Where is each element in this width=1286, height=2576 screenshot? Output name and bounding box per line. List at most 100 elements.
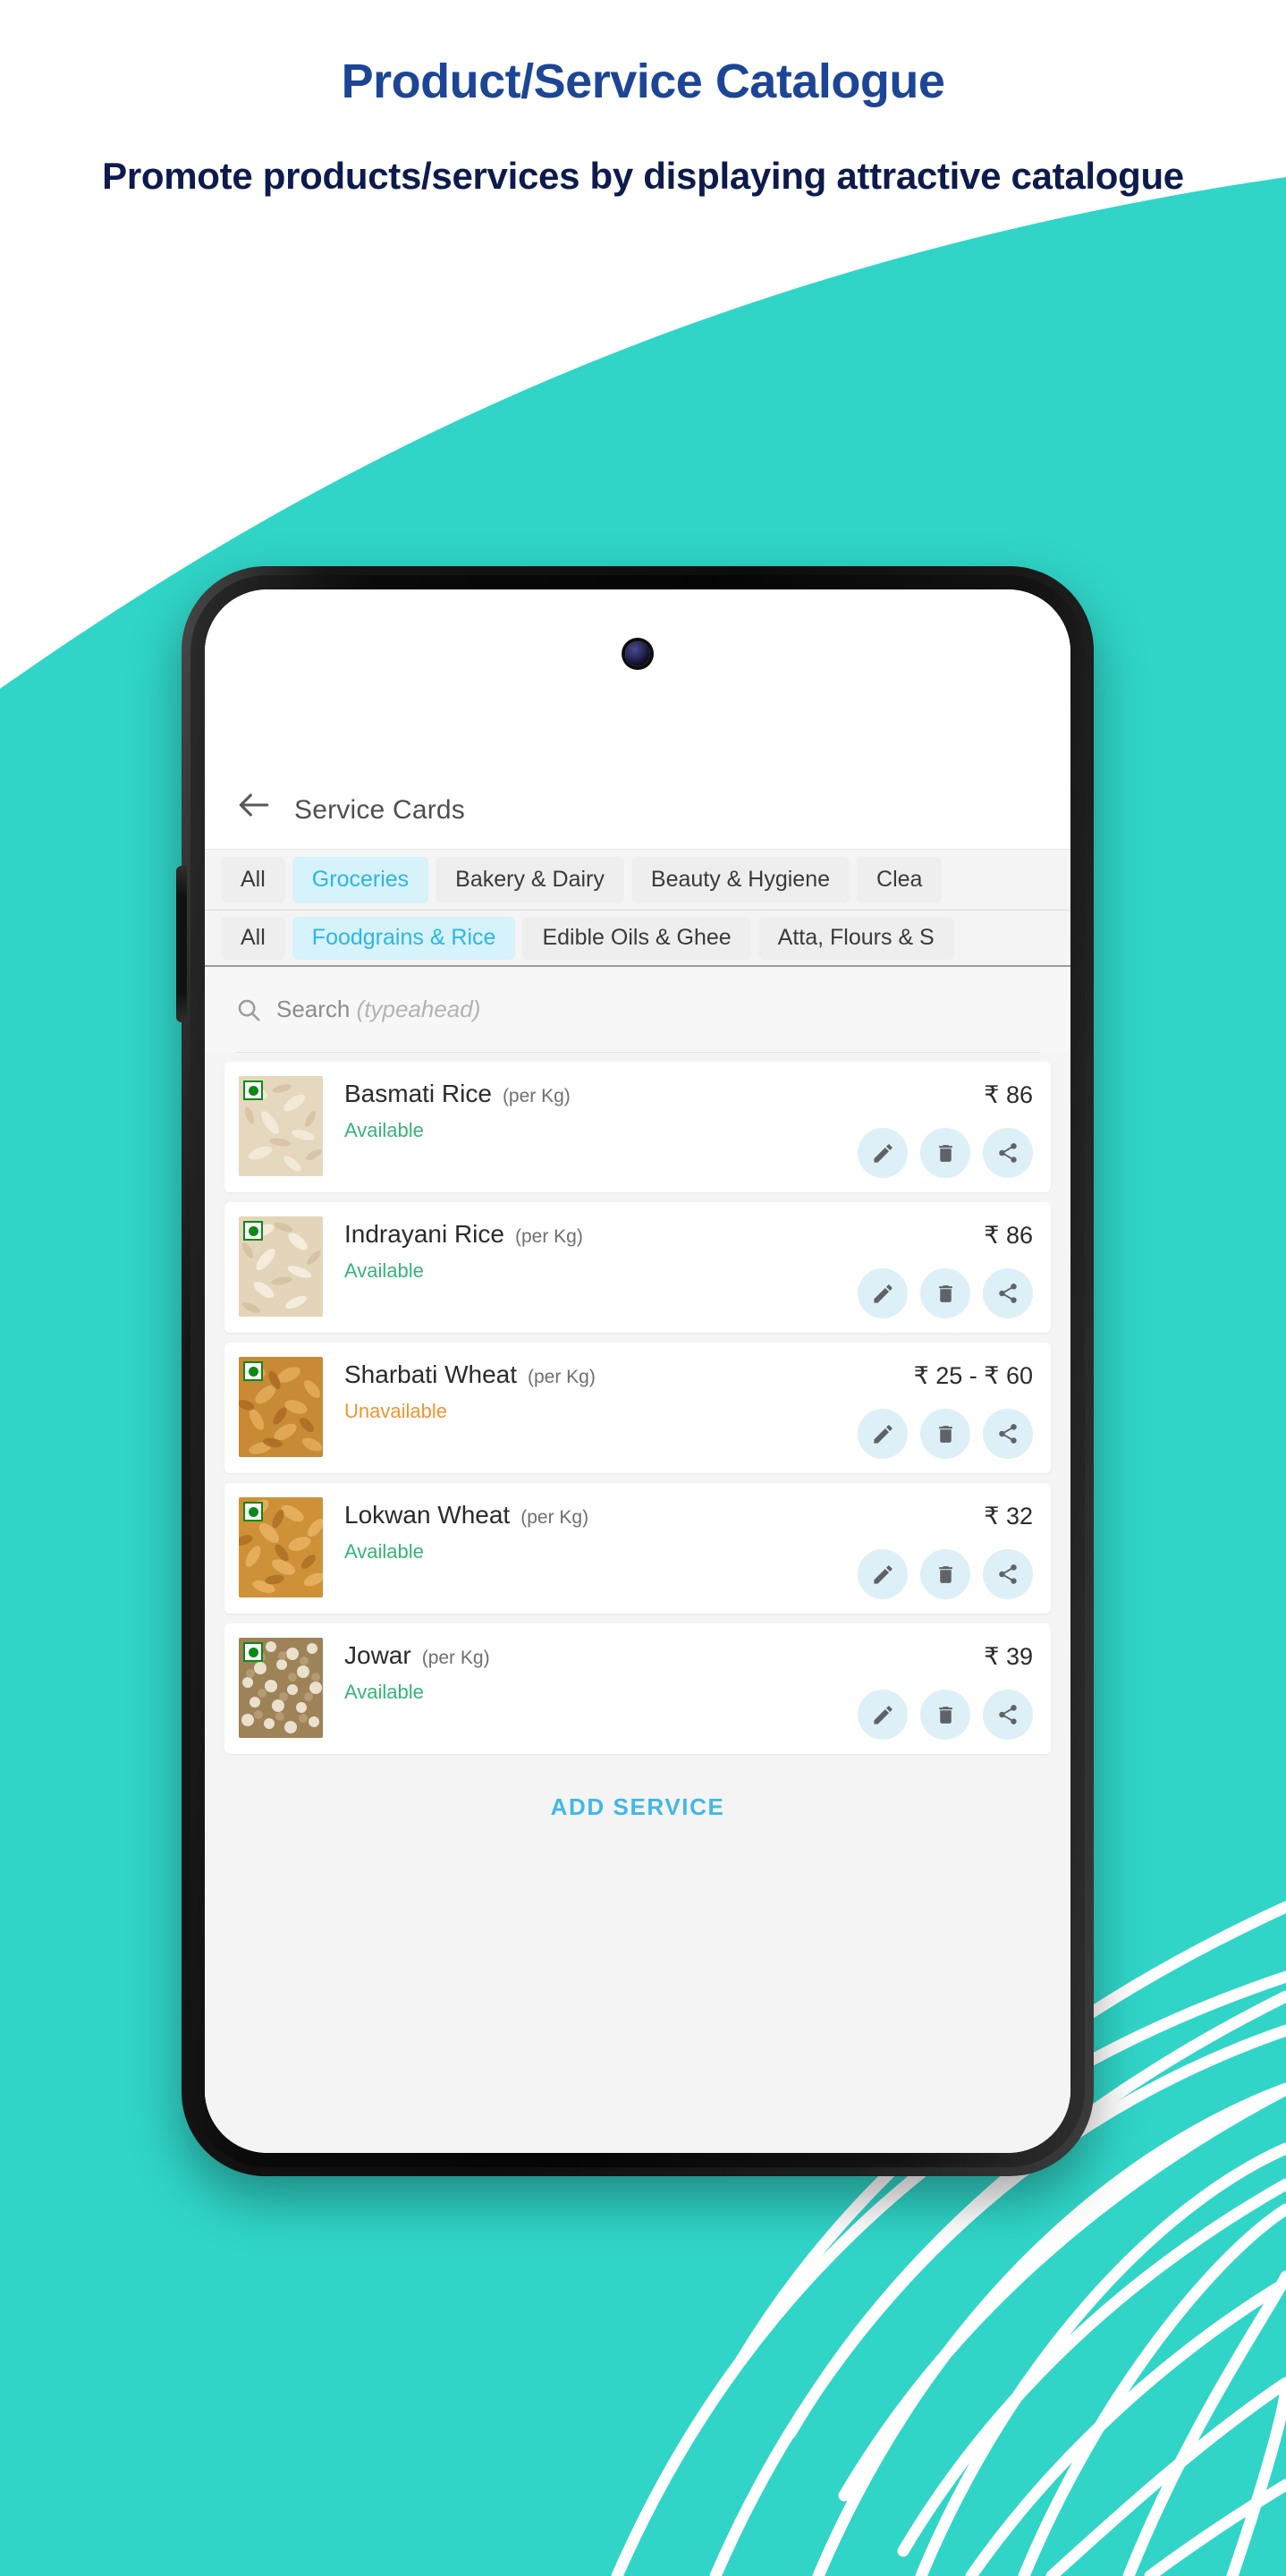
product-unit: (per Kg) (514, 1226, 583, 1247)
search-hint: (typeahead) (356, 996, 481, 1022)
share-icon[interactable] (983, 1268, 1033, 1318)
subtab-foodgrains-rice[interactable]: Foodgrains & Rice (292, 916, 516, 960)
search-placeholder: Search (typeahead) (276, 996, 480, 1023)
status-badge: Available (344, 1681, 424, 1703)
veg-indicator-icon (243, 1080, 263, 1100)
edit-pencil-icon[interactable] (858, 1409, 908, 1459)
search-row[interactable]: Search (typeahead) (205, 967, 1070, 1053)
product-name: Jowar (344, 1641, 411, 1669)
trash-icon[interactable] (920, 1128, 970, 1178)
product-name-row: Sharbati Wheat (per Kg) (344, 1360, 791, 1389)
product-name-row: Basmati Rice (per Kg) (344, 1080, 791, 1108)
product-name-row: Lokwan Wheat (per Kg) (344, 1501, 791, 1530)
page-title: Product/Service Catalogue (341, 55, 945, 108)
tab-beauty-hygiene[interactable]: Beauty & Hygiene (630, 856, 850, 903)
share-icon[interactable] (983, 1549, 1033, 1599)
product-info: Lokwan Wheat (per Kg) Available (323, 1497, 791, 1599)
subtab-all[interactable]: All (221, 916, 285, 960)
product-price: ₹ 25 - ₹ 60 (913, 1362, 1033, 1389)
subtab-atta-flours[interactable]: Atta, Flours & S (757, 916, 954, 960)
product-name: Lokwan Wheat (344, 1501, 511, 1529)
product-thumbnail (239, 1497, 323, 1597)
edit-pencil-icon[interactable] (858, 1690, 908, 1740)
trash-icon[interactable] (920, 1268, 970, 1318)
product-thumbnail (239, 1638, 323, 1738)
product-right: ₹ 86 (791, 1216, 1033, 1318)
subtab-edible-oils-ghee[interactable]: Edible Oils & Ghee (522, 916, 751, 960)
tab-cleaning[interactable]: Clea (857, 856, 943, 903)
phone-screen: Service Cards All Groceries Bakery & Dai… (205, 589, 1070, 2153)
product-name-row: Jowar (per Kg) (344, 1641, 791, 1670)
trash-icon[interactable] (920, 1690, 970, 1740)
product-right: ₹ 39 (791, 1638, 1033, 1740)
veg-indicator-icon (243, 1642, 263, 1662)
trash-icon[interactable] (920, 1549, 970, 1599)
edit-pencil-icon[interactable] (858, 1128, 908, 1178)
status-badge: Available (344, 1259, 424, 1282)
category-tabbar[interactable]: All Groceries Bakery & Dairy Beauty & Hy… (205, 849, 1070, 910)
subcategory-tabbar[interactable]: All Foodgrains & Rice Edible Oils & Ghee… (205, 910, 1070, 967)
product-thumbnail (239, 1076, 323, 1176)
search-label: Search (276, 996, 351, 1022)
tab-groceries[interactable]: Groceries (292, 856, 429, 903)
product-price: ₹ 32 (984, 1503, 1033, 1530)
status-badge: Available (344, 1119, 424, 1141)
front-camera-icon (625, 641, 650, 666)
status-badge: Unavailable (344, 1400, 447, 1422)
list-item[interactable]: Indrayani Rice (per Kg) Available ₹ 86 (224, 1202, 1051, 1333)
tab-all[interactable]: All (221, 856, 285, 903)
product-name: Indrayani Rice (344, 1220, 504, 1248)
arrow-left-icon[interactable] (233, 784, 275, 826)
product-unit: (per Kg) (502, 1086, 571, 1106)
service-card-list[interactable]: Basmati Rice (per Kg) Available ₹ 86 Ind… (205, 1053, 1070, 2153)
product-right: ₹ 25 - ₹ 60 (791, 1357, 1033, 1459)
product-unit: (per Kg) (528, 1367, 596, 1387)
list-item[interactable]: Basmati Rice (per Kg) Available ₹ 86 (224, 1062, 1051, 1192)
product-name: Basmati Rice (344, 1080, 492, 1107)
product-price: ₹ 39 (984, 1643, 1033, 1670)
product-price: ₹ 86 (984, 1222, 1033, 1249)
veg-indicator-icon (243, 1361, 263, 1381)
promo-headline-block: Product/Service Catalogue Promote produc… (0, 0, 1286, 201)
share-icon[interactable] (983, 1690, 1033, 1740)
product-unit: (per Kg) (421, 1648, 490, 1668)
product-name-row: Indrayani Rice (per Kg) (344, 1220, 791, 1249)
phone-mockup: Service Cards All Groceries Bakery & Dai… (176, 566, 1094, 2176)
add-service-button[interactable]: ADD SERVICE (551, 1793, 725, 1821)
edit-pencil-icon[interactable] (858, 1549, 908, 1599)
veg-indicator-icon (243, 1221, 263, 1241)
row-actions[interactable] (858, 1409, 1033, 1459)
edit-pencil-icon[interactable] (858, 1268, 908, 1318)
product-info: Sharbati Wheat (per Kg) Unavailable (323, 1357, 791, 1459)
product-thumbnail (239, 1357, 323, 1457)
list-item[interactable]: Lokwan Wheat (per Kg) Available ₹ 32 (224, 1483, 1051, 1614)
row-actions[interactable] (858, 1268, 1033, 1318)
add-service-row[interactable]: ADD SERVICE (224, 1764, 1051, 1850)
list-item[interactable]: Sharbati Wheat (per Kg) Unavailable ₹ 25… (224, 1343, 1051, 1473)
product-right: ₹ 86 (791, 1076, 1033, 1178)
product-info: Jowar (per Kg) Available (323, 1638, 791, 1740)
product-info: Indrayani Rice (per Kg) Available (323, 1216, 791, 1318)
tab-bakery-dairy[interactable]: Bakery & Dairy (436, 856, 624, 903)
row-actions[interactable] (858, 1128, 1033, 1178)
phone-side-button[interactable] (176, 866, 187, 1022)
row-actions[interactable] (858, 1690, 1033, 1740)
status-badge: Available (344, 1540, 424, 1563)
share-icon[interactable] (983, 1128, 1033, 1178)
share-icon[interactable] (983, 1409, 1033, 1459)
veg-indicator-icon (243, 1502, 263, 1521)
list-item[interactable]: Jowar (per Kg) Available ₹ 39 (224, 1623, 1051, 1754)
product-name: Sharbati Wheat (344, 1360, 517, 1388)
trash-icon[interactable] (920, 1409, 970, 1459)
search-icon (235, 996, 262, 1023)
app-title: Service Cards (294, 795, 465, 825)
product-thumbnail (239, 1216, 323, 1317)
app-topbar: Service Cards (205, 589, 1070, 849)
page-subtitle: Promote products/services by displaying … (102, 155, 1184, 198)
product-price: ₹ 86 (984, 1081, 1033, 1108)
promo-screenshot: Product/Service Catalogue Promote produc… (0, 0, 1286, 2576)
search-input[interactable]: Search (typeahead) (235, 967, 1040, 1053)
app-viewport: Service Cards All Groceries Bakery & Dai… (205, 589, 1070, 2153)
row-actions[interactable] (858, 1549, 1033, 1599)
product-info: Basmati Rice (per Kg) Available (323, 1076, 791, 1178)
